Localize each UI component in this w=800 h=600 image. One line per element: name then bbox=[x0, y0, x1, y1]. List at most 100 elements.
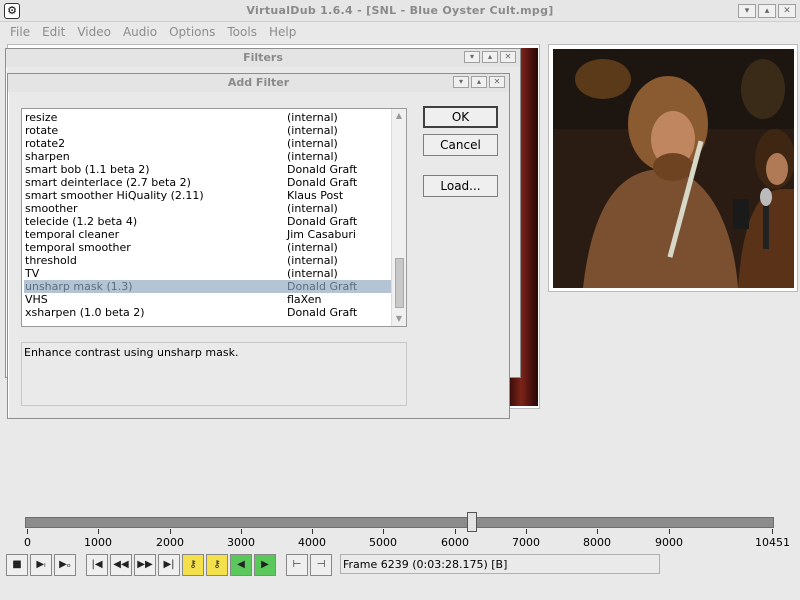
close-icon[interactable]: ✕ bbox=[489, 76, 505, 88]
filter-list-row[interactable]: telecide (1.2 beta 4) Donald Graft bbox=[24, 215, 391, 228]
minimize-icon[interactable]: ▾ bbox=[453, 76, 469, 88]
menu-options[interactable]: Options bbox=[163, 22, 221, 42]
filters-dialog-title: Filters bbox=[243, 51, 283, 64]
filter-author: Klaus Post bbox=[287, 189, 344, 202]
filter-name: telecide (1.2 beta 4) bbox=[25, 215, 138, 228]
menu-audio[interactable]: Audio bbox=[117, 22, 163, 42]
filter-list-row[interactable]: smart deinterlace (2.7 beta 2) Donald Gra… bbox=[24, 176, 391, 189]
minimize-icon[interactable]: ▾ bbox=[738, 4, 756, 18]
filter-name: smart smoother HiQuality (2.11) bbox=[25, 189, 204, 202]
filter-author: (internal) bbox=[287, 267, 338, 280]
prev-frame-icon[interactable]: ◀◀ bbox=[110, 554, 132, 576]
timeline-position-thumb[interactable] bbox=[467, 512, 477, 532]
timeline-tick-label: 9000 bbox=[655, 536, 683, 549]
window-title: VirtualDub 1.6.4 - [SNL - Blue Oyster Cu… bbox=[246, 4, 554, 17]
timeline-tick-label: 5000 bbox=[369, 536, 397, 549]
timeline-tick-label: 8000 bbox=[583, 536, 611, 549]
output-video-pane bbox=[548, 44, 798, 292]
filter-name: smoother bbox=[25, 202, 78, 215]
next-key-icon[interactable]: ⚷ bbox=[206, 554, 228, 576]
filter-author: Donald Graft bbox=[287, 306, 358, 319]
filter-list-row[interactable]: sharpen (internal) bbox=[24, 150, 391, 163]
filter-list[interactable]: resize (internal) rotate (internal) rotate2 (… bbox=[21, 108, 407, 327]
filter-list-row[interactable]: resize (internal) bbox=[24, 111, 391, 124]
filter-list-row[interactable]: smart smoother HiQuality (2.11) Klaus Pos… bbox=[24, 189, 391, 202]
minimize-icon[interactable]: ▾ bbox=[464, 51, 480, 63]
filter-name: temporal smoother bbox=[25, 241, 131, 254]
filter-list-row[interactable]: smart bob (1.1 beta 2) Donald Graft bbox=[24, 163, 391, 176]
play-output-icon[interactable]: ▶ₒ bbox=[54, 554, 76, 576]
close-icon[interactable]: ✕ bbox=[778, 4, 796, 18]
menu-file[interactable]: File bbox=[4, 22, 36, 42]
next-frame-icon[interactable]: ▶▶ bbox=[134, 554, 156, 576]
timeline-tick-label: 4000 bbox=[298, 536, 326, 549]
prev-key-icon[interactable]: ⚷ bbox=[182, 554, 204, 576]
filter-name: xsharpen (1.0 beta 2) bbox=[25, 306, 145, 319]
menu-help[interactable]: Help bbox=[263, 22, 302, 42]
filter-author: Jim Casaburi bbox=[287, 228, 356, 241]
filter-name: TV bbox=[25, 267, 40, 280]
filter-author: Donald Graft bbox=[287, 176, 358, 189]
filter-author: (internal) bbox=[287, 254, 338, 267]
filter-name: unsharp mask (1.3) bbox=[25, 280, 133, 293]
filter-list-row[interactable]: VHS flaXen bbox=[24, 293, 391, 306]
timeline-tick-label: 10451 bbox=[755, 536, 790, 549]
timeline-tick bbox=[526, 529, 527, 534]
filter-author: (internal) bbox=[287, 137, 338, 150]
end-icon[interactable]: ▶| bbox=[158, 554, 180, 576]
filter-list-scrollbar[interactable]: ▲ ▼ bbox=[391, 109, 406, 326]
stop-icon[interactable]: ■ bbox=[6, 554, 28, 576]
filter-name: rotate bbox=[25, 124, 59, 137]
filter-list-row[interactable]: unsharp mask (1.3) Donald Graft bbox=[24, 280, 391, 293]
ok-button[interactable]: OK bbox=[423, 106, 498, 128]
filter-author: (internal) bbox=[287, 241, 338, 254]
filter-description: Enhance contrast using unsharp mask. bbox=[21, 342, 407, 406]
menu-edit[interactable]: Edit bbox=[36, 22, 71, 42]
filter-list-row[interactable]: TV (internal) bbox=[24, 267, 391, 280]
start-icon[interactable]: |◀ bbox=[86, 554, 108, 576]
filter-name: resize bbox=[25, 111, 58, 124]
filter-list-row[interactable]: threshold (internal) bbox=[24, 254, 391, 267]
filter-author: (internal) bbox=[287, 150, 338, 163]
timeline-tick-label: 1000 bbox=[84, 536, 112, 549]
add-filter-dialog-title: Add Filter bbox=[227, 76, 290, 89]
maximize-icon[interactable]: ▴ bbox=[758, 4, 776, 18]
timeline-tick bbox=[241, 529, 242, 534]
cancel-button[interactable]: Cancel bbox=[423, 134, 498, 156]
play-input-icon[interactable]: ▶ₗ bbox=[30, 554, 52, 576]
main-titlebar: ⚙ VirtualDub 1.6.4 - [SNL - Blue Oyster … bbox=[0, 0, 800, 22]
timeline-tick-label: 7000 bbox=[512, 536, 540, 549]
timeline-tick bbox=[312, 529, 313, 534]
timeline-tick bbox=[383, 529, 384, 534]
timeline-tick bbox=[669, 529, 670, 534]
prev-scene-icon[interactable]: ◀ bbox=[230, 554, 252, 576]
filter-list-row[interactable]: rotate2 (internal) bbox=[24, 137, 391, 150]
filter-name: temporal cleaner bbox=[25, 228, 120, 241]
timeline-tick bbox=[98, 529, 99, 534]
timeline-tick-label: 0 bbox=[24, 536, 31, 549]
load-button[interactable]: Load... bbox=[423, 175, 498, 197]
menu-video[interactable]: Video bbox=[71, 22, 117, 42]
filter-list-row[interactable]: rotate (internal) bbox=[24, 124, 391, 137]
scroll-down-icon[interactable]: ▼ bbox=[392, 312, 406, 326]
timeline-tick-label: 6000 bbox=[441, 536, 469, 549]
timeline-track[interactable] bbox=[25, 517, 774, 528]
mark-in-icon[interactable]: ⊢ bbox=[286, 554, 308, 576]
filter-name: threshold bbox=[25, 254, 77, 267]
frame-status: Frame 6239 (0:03:28.175) [B] bbox=[340, 554, 660, 574]
close-icon[interactable]: ✕ bbox=[500, 51, 516, 63]
filter-list-row[interactable]: smoother (internal) bbox=[24, 202, 391, 215]
mark-out-icon[interactable]: ⊣ bbox=[310, 554, 332, 576]
filter-list-row[interactable]: temporal smoother (internal) bbox=[24, 241, 391, 254]
timeline-tick bbox=[170, 529, 171, 534]
filter-list-row[interactable]: temporal cleaner Jim Casaburi bbox=[24, 228, 391, 241]
filter-list-row[interactable]: xsharpen (1.0 beta 2) Donald Graft bbox=[24, 306, 391, 319]
maximize-icon[interactable]: ▴ bbox=[482, 51, 498, 63]
maximize-icon[interactable]: ▴ bbox=[471, 76, 487, 88]
scroll-up-icon[interactable]: ▲ bbox=[392, 109, 406, 123]
next-scene-icon[interactable]: ▶ bbox=[254, 554, 276, 576]
menu-tools[interactable]: Tools bbox=[221, 22, 263, 42]
filter-author: (internal) bbox=[287, 124, 338, 137]
filter-name: VHS bbox=[25, 293, 48, 306]
scrollbar-thumb[interactable] bbox=[395, 258, 404, 308]
